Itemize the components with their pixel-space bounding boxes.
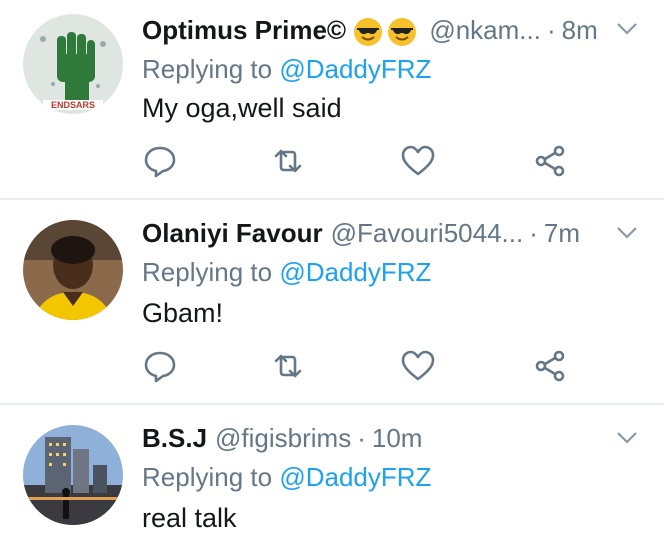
replying-to: Replying to @DaddyFRZ — [142, 257, 432, 287]
tweet-text: real talk — [142, 503, 237, 533]
avatar[interactable] — [23, 220, 123, 320]
username[interactable]: @figisbrims — [215, 421, 351, 455]
avatar[interactable]: ENDSARS — [23, 14, 123, 114]
retweet-icon[interactable] — [270, 348, 306, 384]
display-name[interactable]: Optimus Prime© — [142, 13, 421, 47]
tweet-text: My oga,well said — [142, 93, 342, 123]
tweet-header: Optimus Prime© @nkam... · 8m — [142, 13, 614, 47]
reply-icon[interactable] — [142, 143, 178, 179]
reply-icon[interactable] — [142, 348, 178, 384]
smiling-face-with-sunglasses-icon — [388, 18, 417, 47]
mention-link[interactable]: @DaddyFRZ — [279, 54, 431, 84]
tweet[interactable]: Olaniyi Favour @Favouri5044... · 7m Repl… — [0, 200, 664, 403]
retweet-icon[interactable] — [270, 143, 306, 179]
share-icon[interactable] — [532, 348, 568, 384]
avatar[interactable] — [23, 425, 123, 525]
smiling-face-with-sunglasses-icon — [354, 18, 383, 47]
tweet[interactable]: B.S.J @figisbrims · 10m Replying to @Dad… — [0, 405, 664, 540]
chevron-down-icon[interactable] — [616, 431, 638, 445]
share-icon[interactable] — [532, 143, 568, 179]
like-icon[interactable] — [400, 143, 436, 179]
username[interactable]: @Favouri5044... — [331, 216, 524, 250]
chevron-down-icon[interactable] — [616, 22, 638, 36]
replying-to: Replying to @DaddyFRZ — [142, 462, 432, 492]
timestamp[interactable]: 7m — [544, 216, 580, 250]
tweet-header: Olaniyi Favour @Favouri5044... · 7m — [142, 216, 614, 250]
username[interactable]: @nkam... — [429, 13, 541, 47]
separator: · — [357, 423, 366, 453]
tweet-actions — [142, 348, 572, 386]
like-icon[interactable] — [400, 348, 436, 384]
display-name[interactable]: Olaniyi Favour — [142, 216, 323, 250]
mention-link[interactable]: @DaddyFRZ — [279, 257, 431, 287]
separator: · — [529, 218, 538, 248]
avatar-text: ENDSARS — [51, 100, 95, 110]
tweet[interactable]: ENDSARS Optimus Prime© @nkam... · 8m Rep… — [0, 0, 664, 198]
timestamp[interactable]: 8m — [562, 13, 598, 47]
chevron-down-icon[interactable] — [616, 226, 638, 240]
separator: · — [546, 15, 556, 45]
tweet-actions — [142, 143, 572, 181]
timestamp[interactable]: 10m — [372, 421, 423, 455]
mention-link[interactable]: @DaddyFRZ — [279, 462, 431, 492]
replying-to: Replying to @DaddyFRZ — [142, 54, 432, 84]
tweet-text: Gbam! — [142, 298, 224, 328]
display-name[interactable]: B.S.J — [142, 421, 207, 455]
tweet-header: B.S.J @figisbrims · 10m — [142, 421, 614, 455]
